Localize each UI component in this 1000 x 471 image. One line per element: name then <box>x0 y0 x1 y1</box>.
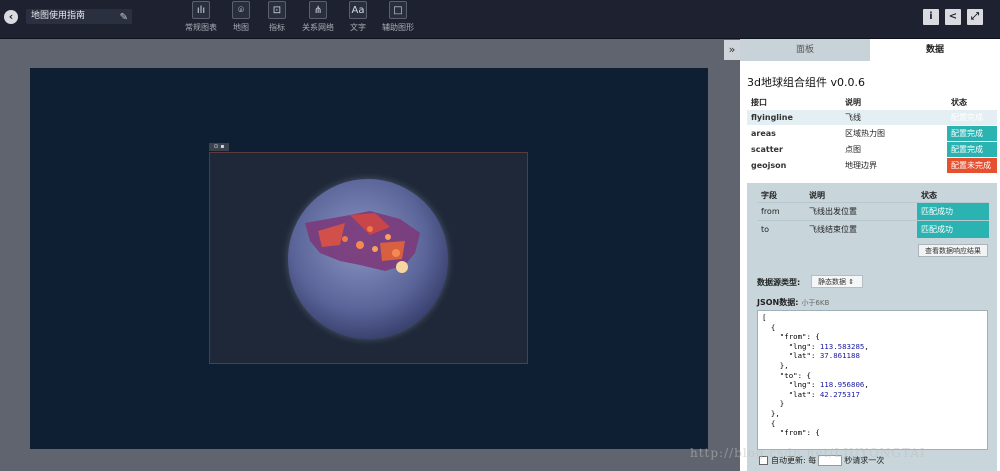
component-controls[interactable]: ⊙ ▪ <box>209 143 229 151</box>
text-icon: Aa <box>349 1 367 19</box>
column-header: 说明 <box>845 97 861 107</box>
map-pin-icon: ⌾ <box>232 1 250 19</box>
field-desc: 飞线结束位置 <box>805 220 917 238</box>
json-number: 37.861188 <box>819 351 860 361</box>
view-response-button[interactable]: 查看数据响应结果 <box>918 244 988 257</box>
status-badge: 匹配成功 <box>917 220 989 238</box>
field-table: 字段 说明 状态 from 飞线出发位置 匹配成功 to 飞线结束位置 匹配成功 <box>757 188 989 238</box>
field-desc: 飞线出发位置 <box>805 202 917 221</box>
interface-table: 接口 说明 状态 flyingline 飞线 配置完成 areas 区域热力图 … <box>747 95 997 173</box>
table-row: from 飞线出发位置 匹配成功 <box>757 202 989 221</box>
interface-detail: 字段 说明 状态 from 飞线出发位置 匹配成功 to 飞线结束位置 匹配成功… <box>747 183 997 471</box>
bar-chart-icon: ılı <box>192 1 210 19</box>
tool-shape-label: 辅助图形 <box>382 23 414 32</box>
datasource-label: 数据源类型: <box>757 278 801 287</box>
back-icon[interactable]: ‹ <box>4 10 18 24</box>
interface-desc: 地理边界 <box>841 157 947 173</box>
table-row[interactable]: flyingline 飞线 配置完成 <box>747 109 997 126</box>
panel-tabs: 面板 数据 <box>740 39 1000 61</box>
column-header: 状态 <box>921 190 937 200</box>
share-icon[interactable]: < <box>945 9 961 25</box>
project-title-field[interactable]: 地图使用指南 ✎ <box>26 9 132 24</box>
network-icon: ⋔ <box>309 1 327 19</box>
json-editor[interactable]: [ { "from": { "lng": 113.583285, "lat": … <box>757 310 988 450</box>
datasource-value: 静态数据 <box>818 278 846 286</box>
json-number: 42.275317 <box>819 389 860 399</box>
json-label: JSON数据: 小于6KB <box>757 297 829 308</box>
component-title: 3d地球组合组件 v0.0.6 <box>747 76 865 89</box>
status-badge: 配置完成 <box>947 109 997 126</box>
project-title: 地图使用指南 <box>31 11 86 21</box>
scatter-point <box>372 246 378 252</box>
interface-key: flyingline <box>747 109 841 126</box>
interface-desc: 区域热力图 <box>841 125 947 142</box>
json-label-text: JSON数据: <box>757 298 799 307</box>
indicator-icon: ⊡ <box>268 1 286 19</box>
interface-key: geojson <box>747 157 841 173</box>
interface-desc: 点图 <box>841 141 947 158</box>
scatter-point <box>367 226 373 232</box>
globe-visual <box>280 171 456 347</box>
collapse-panel-icon[interactable]: » <box>724 40 740 60</box>
scatter-point <box>342 236 348 242</box>
chevron-updown-icon: ⇕ <box>848 278 855 286</box>
scatter-point <box>356 241 364 249</box>
status-badge: 匹配成功 <box>917 202 989 221</box>
table-row: to 飞线结束位置 匹配成功 <box>757 220 989 238</box>
shape-icon: □ <box>389 1 407 19</box>
column-header: 接口 <box>751 97 767 107</box>
json-number: 113.583285 <box>819 341 865 351</box>
fullscreen-icon[interactable]: ⤢ <box>967 9 983 25</box>
scatter-point <box>396 261 408 273</box>
tool-shape[interactable]: □ 辅助图形 <box>372 1 424 37</box>
tab-data[interactable]: 数据 <box>870 39 1000 61</box>
json-content[interactable]: [ { "from": { "lng": 113.583285, "lat": … <box>758 311 987 440</box>
status-badge: 配置完成 <box>947 125 997 142</box>
config-panel: 面板 数据 3d地球组合组件 v0.0.6 接口 说明 状态 flyinglin… <box>740 39 1000 471</box>
column-header: 字段 <box>761 190 777 200</box>
top-toolbar: ‹ 地图使用指南 ✎ ılı 常规图表 ⌾ 地图 ⊡ 指标 ⋔ 关系网络 Aa … <box>0 0 1000 39</box>
tab-panel[interactable]: 面板 <box>740 39 870 61</box>
table-row[interactable]: areas 区域热力图 配置完成 <box>747 125 997 142</box>
globe-component[interactable] <box>209 152 528 364</box>
column-header: 说明 <box>809 190 825 200</box>
table-row[interactable]: geojson 地理边界 配置未完成 <box>747 157 997 173</box>
scatter-point <box>385 234 391 240</box>
table-row[interactable]: scatter 点图 配置完成 <box>747 141 997 158</box>
json-size-hint: 小于6KB <box>801 299 830 307</box>
heat-area-region-3 <box>380 241 405 261</box>
datasource-select[interactable]: 静态数据 ⇕ <box>811 275 863 288</box>
status-badge: 配置未完成 <box>947 157 997 173</box>
scatter-point <box>392 249 400 257</box>
json-number: 118.956806 <box>819 380 865 390</box>
interface-key: areas <box>747 125 841 142</box>
field-key: to <box>757 220 805 238</box>
watermark: http://blog.csdn.net/LIUYONGTAI <box>690 446 926 460</box>
column-header: 状态 <box>951 97 967 107</box>
status-badge: 配置完成 <box>947 141 997 158</box>
interface-desc: 飞线 <box>841 109 947 126</box>
edit-icon[interactable]: ✎ <box>120 10 128 25</box>
info-icon[interactable]: i <box>923 9 939 25</box>
interface-key: scatter <box>747 141 841 158</box>
field-key: from <box>757 202 805 221</box>
